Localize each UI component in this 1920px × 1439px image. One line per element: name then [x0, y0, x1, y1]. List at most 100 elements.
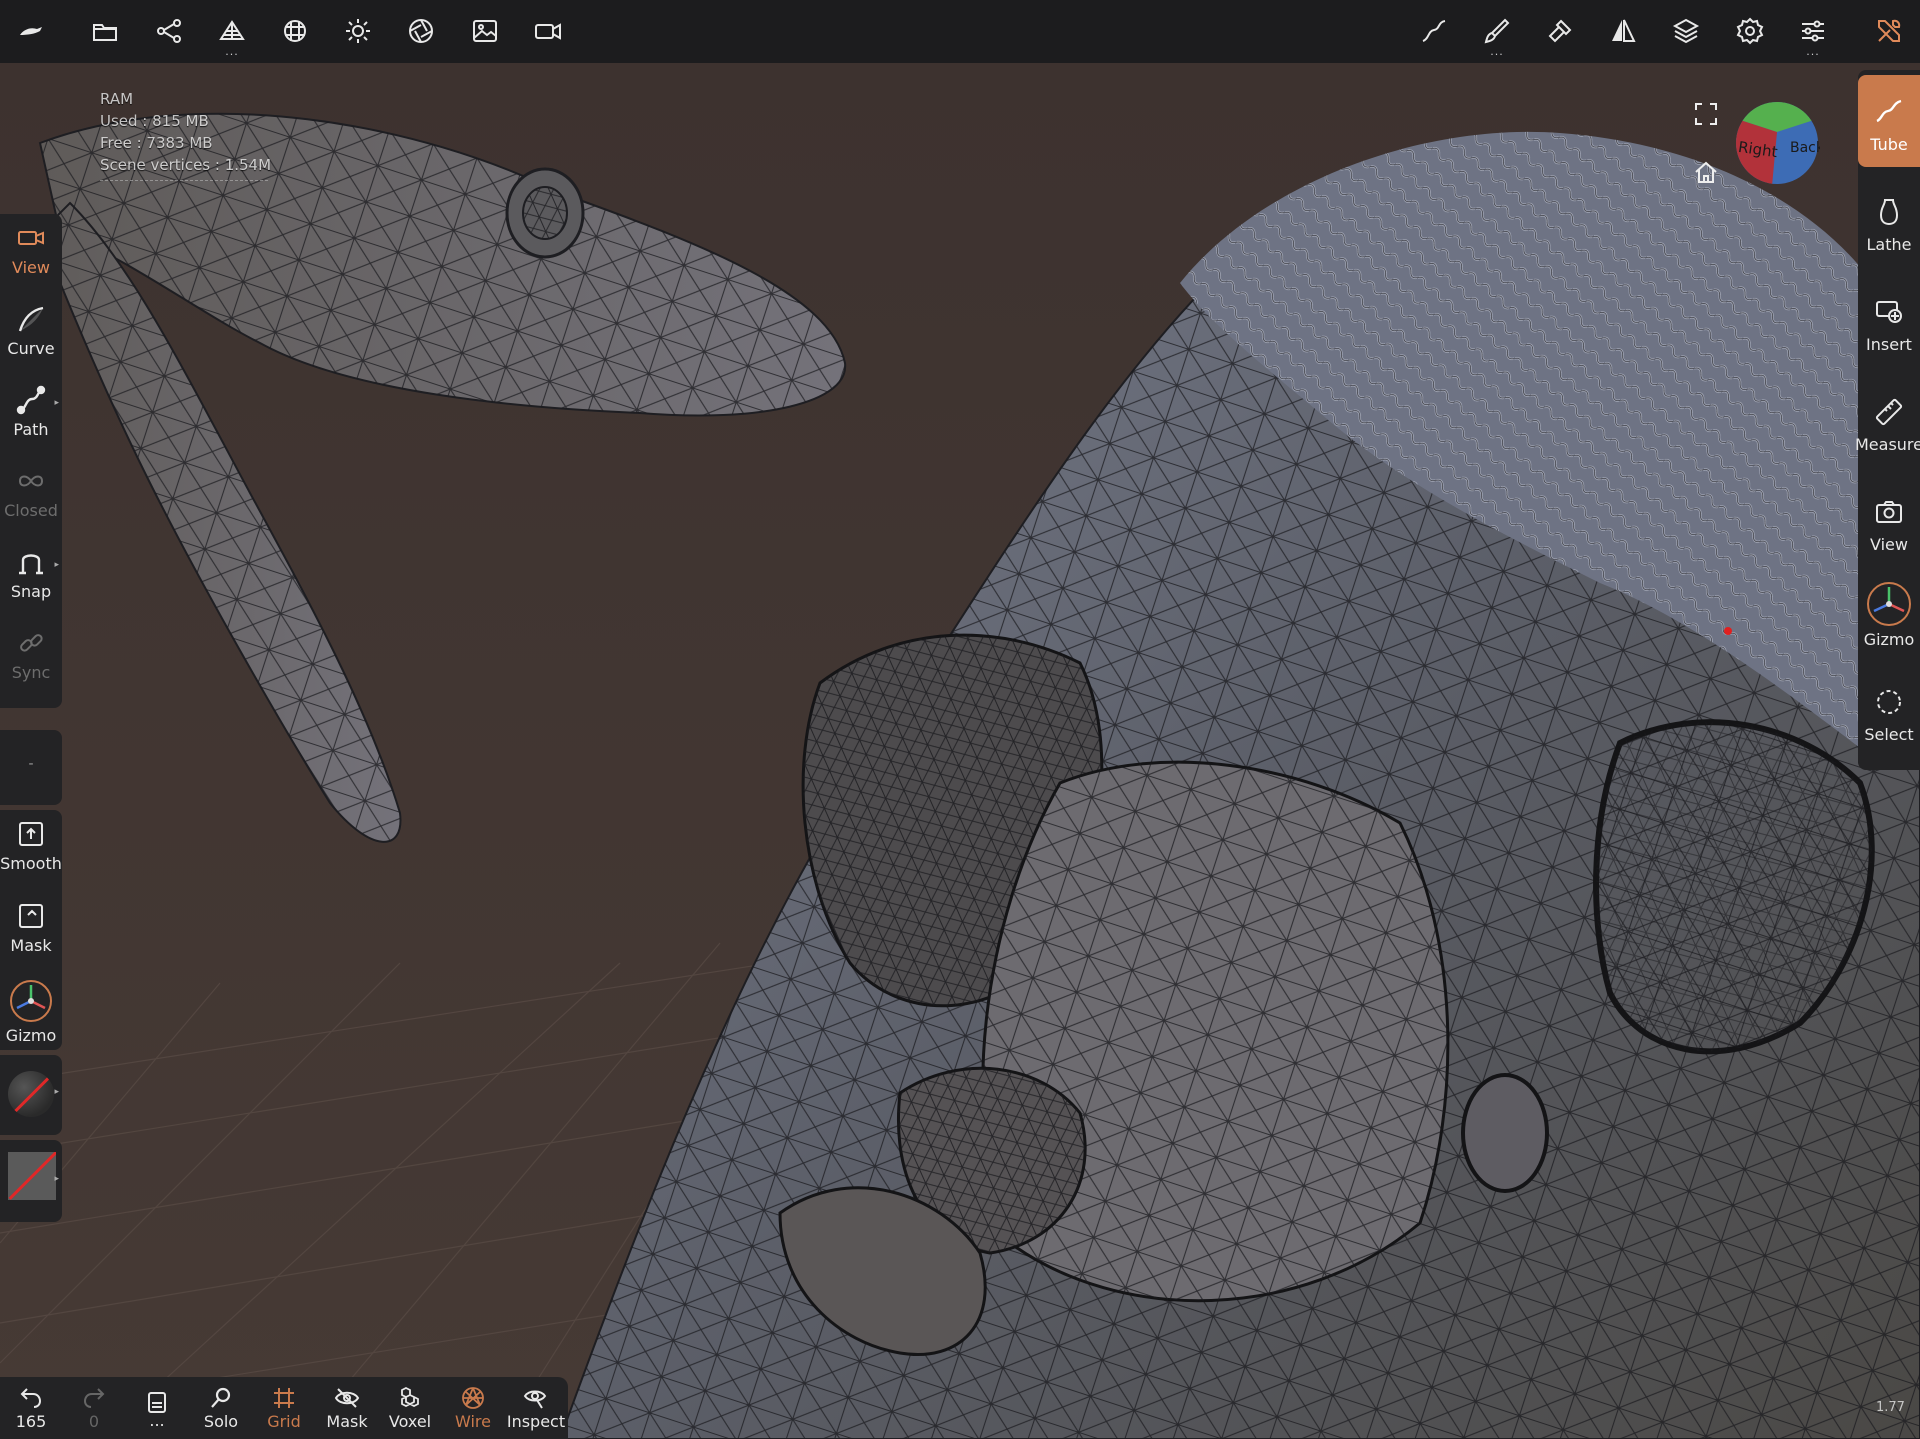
fullscreen-icon[interactable]: [1692, 100, 1720, 128]
infinity-icon: [15, 465, 47, 497]
redo-icon: [79, 1383, 109, 1413]
voxel-label: Voxel: [388, 1412, 432, 1431]
color-swatch[interactable]: [8, 1152, 56, 1200]
tool-mask[interactable]: Mask: [0, 892, 62, 970]
separator-dash: -: [28, 756, 34, 772]
ram-title: RAM: [100, 90, 134, 108]
tool-label: Curve: [7, 339, 55, 358]
tool-label: Mask: [10, 936, 52, 955]
home-icon[interactable]: [1692, 158, 1720, 186]
insert-icon: [1872, 295, 1906, 329]
left-separator-panel: -: [0, 730, 62, 805]
tool-label: Tube: [1870, 135, 1908, 154]
brush-icon[interactable]: ...: [1476, 10, 1518, 57]
top-toolbar: ... ... ...: [0, 0, 1920, 63]
video-camera-icon: [15, 222, 47, 254]
tool-view-right[interactable]: View: [1858, 475, 1920, 571]
ram-divider: [100, 180, 268, 181]
scene-graph-icon[interactable]: [148, 10, 190, 52]
sliders-icon[interactable]: ...: [1792, 10, 1834, 57]
tool-view[interactable]: View: [0, 214, 62, 292]
tool-label: Gizmo: [1863, 630, 1915, 649]
sculpt-logo-icon[interactable]: [10, 10, 52, 52]
curve-icon: [15, 303, 47, 335]
tool-path[interactable]: Path ▸: [0, 376, 62, 454]
folder-icon[interactable]: [84, 10, 126, 52]
hammer-icon[interactable]: [1539, 10, 1581, 52]
tool-gizmo[interactable]: Gizmo: [0, 974, 62, 1052]
material-swatch-panel: ▸: [0, 1055, 62, 1135]
more-dots: ...: [1490, 45, 1504, 58]
corner-value: 1.77: [1876, 1400, 1905, 1415]
tool-smooth[interactable]: Smooth: [0, 810, 62, 888]
color-swatch-panel: ▸: [0, 1140, 62, 1222]
inspect-button[interactable]: Inspect: [505, 1377, 567, 1439]
eye-slash-icon: [332, 1383, 362, 1413]
settings-icon[interactable]: [1729, 10, 1771, 52]
navigation-cube[interactable]: Right Back: [1734, 100, 1825, 186]
submenu-caret: ▸: [54, 398, 59, 408]
tool-sync[interactable]: Sync: [0, 619, 62, 697]
lathe-icon: [1872, 195, 1906, 229]
grid-button[interactable]: Grid: [253, 1377, 315, 1439]
tool-label: Lathe: [1866, 235, 1912, 254]
document-dots: ...: [149, 1411, 165, 1430]
image-icon[interactable]: [464, 10, 506, 52]
bottom-toolbar: 165 0 ... Solo Grid Mask Voxel Wire Insp…: [0, 1377, 568, 1439]
symmetry-icon[interactable]: [1602, 10, 1644, 52]
tool-label: Path: [13, 420, 49, 439]
tube-icon: [1872, 95, 1906, 129]
tool-snap[interactable]: Snap ▸: [0, 538, 62, 616]
redo-count: 0: [88, 1412, 100, 1431]
tool-label: View: [1870, 535, 1908, 554]
voxel-button[interactable]: Voxel: [379, 1377, 441, 1439]
redo-button[interactable]: 0: [63, 1377, 125, 1439]
search-icon: [206, 1383, 236, 1413]
gizmo-icon: [1865, 580, 1913, 628]
left-toolbar-secondary: Smooth Mask Gizmo: [0, 810, 62, 1050]
tool-label: Smooth: [0, 854, 62, 873]
tool-select[interactable]: Select: [1858, 665, 1920, 761]
tool-measure[interactable]: Measure: [1855, 375, 1920, 471]
aperture-icon[interactable]: [400, 10, 442, 52]
solo-label: Solo: [203, 1412, 239, 1431]
stroke-icon[interactable]: [1413, 10, 1455, 52]
camera-icon: [1872, 495, 1906, 529]
wire-button[interactable]: Wire: [442, 1377, 504, 1439]
material-sphere-swatch[interactable]: [8, 1071, 54, 1117]
camera-icon[interactable]: [527, 10, 569, 52]
tool-gizmo-right[interactable]: Gizmo: [1858, 570, 1920, 666]
tools-icon[interactable]: [1868, 10, 1910, 52]
scene-vertices: Scene vertices : 1.54M: [100, 156, 272, 174]
viewport-3d[interactable]: [0, 63, 1920, 1439]
undo-count: 165: [15, 1412, 47, 1431]
tool-tube[interactable]: Tube: [1858, 75, 1920, 167]
tool-lathe[interactable]: Lathe: [1858, 175, 1920, 271]
undo-button[interactable]: 165: [0, 1377, 62, 1439]
mask-label: Mask: [326, 1412, 368, 1431]
smooth-icon: [15, 818, 47, 850]
topology-icon[interactable]: [274, 10, 316, 52]
mesh-icon[interactable]: ...: [211, 10, 253, 57]
tool-label: View: [12, 258, 50, 277]
tool-closed[interactable]: Closed: [0, 457, 62, 535]
path-icon: [15, 384, 47, 416]
tool-label: Gizmo: [5, 1026, 57, 1045]
tool-insert[interactable]: Insert: [1858, 275, 1920, 371]
inspect-icon: [521, 1383, 551, 1413]
layers-icon[interactable]: [1665, 10, 1707, 52]
wireframe-scene: [0, 63, 1920, 1439]
tool-label: Measure: [1855, 435, 1920, 454]
more-dots: ...: [1806, 45, 1820, 58]
tool-label: Insert: [1866, 335, 1912, 354]
left-toolbar: View Curve Path ▸ Closed Snap ▸ Sync: [0, 214, 62, 708]
tool-curve[interactable]: Curve: [0, 295, 62, 373]
mask-icon: [15, 900, 47, 932]
document-button[interactable]: ...: [126, 1377, 188, 1439]
submenu-caret: ▸: [54, 1087, 59, 1097]
sun-icon[interactable]: [337, 10, 379, 52]
mask-visibility-button[interactable]: Mask: [316, 1377, 378, 1439]
inspect-label: Inspect: [506, 1412, 566, 1431]
solo-button[interactable]: Solo: [190, 1377, 252, 1439]
submenu-caret: ▸: [54, 560, 59, 570]
